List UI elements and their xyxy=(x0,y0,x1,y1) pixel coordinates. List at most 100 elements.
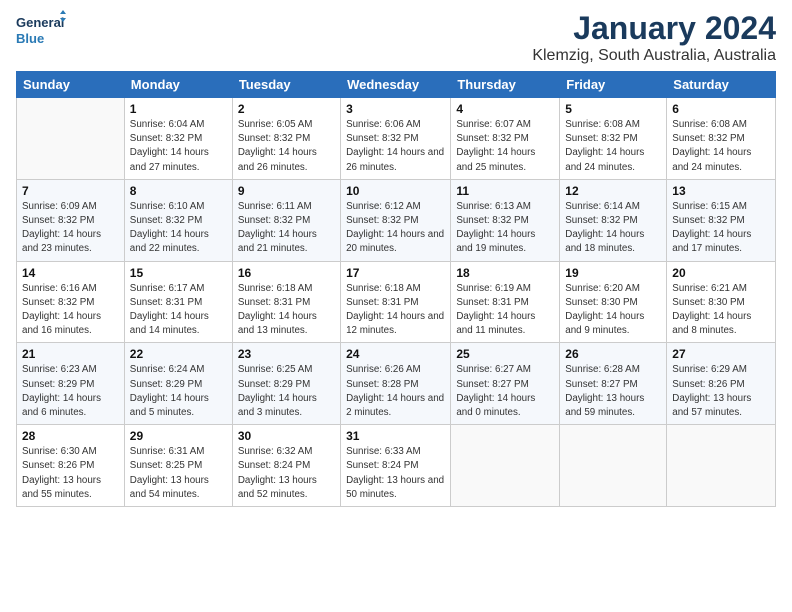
day-number: 14 xyxy=(22,266,119,280)
weekday-header: Saturday xyxy=(667,72,776,98)
day-number: 1 xyxy=(130,102,227,116)
day-info: Sunrise: 6:20 AMSunset: 8:30 PMDaylight:… xyxy=(565,283,644,337)
calendar-cell: 10 Sunrise: 6:12 AMSunset: 8:32 PMDaylig… xyxy=(341,179,451,261)
calendar-cell: 25 Sunrise: 6:27 AMSunset: 8:27 PMDaylig… xyxy=(451,343,560,425)
weekday-header: Monday xyxy=(124,72,232,98)
day-info: Sunrise: 6:18 AMSunset: 8:31 PMDaylight:… xyxy=(346,283,444,337)
calendar-cell: 13 Sunrise: 6:15 AMSunset: 8:32 PMDaylig… xyxy=(667,179,776,261)
day-number: 5 xyxy=(565,102,661,116)
logo-svg: General Blue xyxy=(16,10,66,52)
calendar-cell: 27 Sunrise: 6:29 AMSunset: 8:26 PMDaylig… xyxy=(667,343,776,425)
day-number: 19 xyxy=(565,266,661,280)
day-number: 31 xyxy=(346,429,445,443)
day-info: Sunrise: 6:32 AMSunset: 8:24 PMDaylight:… xyxy=(238,446,317,500)
day-number: 30 xyxy=(238,429,335,443)
calendar-subtitle: Klemzig, South Australia, Australia xyxy=(532,47,776,65)
calendar-title: January 2024 xyxy=(532,10,776,47)
day-number: 28 xyxy=(22,429,119,443)
weekday-header: Wednesday xyxy=(341,72,451,98)
calendar-cell: 18 Sunrise: 6:19 AMSunset: 8:31 PMDaylig… xyxy=(451,261,560,343)
day-number: 24 xyxy=(346,347,445,361)
svg-text:Blue: Blue xyxy=(16,31,44,46)
calendar-week-row: 1 Sunrise: 6:04 AMSunset: 8:32 PMDayligh… xyxy=(17,98,776,180)
day-info: Sunrise: 6:07 AMSunset: 8:32 PMDaylight:… xyxy=(456,119,535,173)
day-number: 18 xyxy=(456,266,554,280)
weekday-header: Friday xyxy=(560,72,667,98)
day-number: 2 xyxy=(238,102,335,116)
calendar-week-row: 28 Sunrise: 6:30 AMSunset: 8:26 PMDaylig… xyxy=(17,425,776,507)
day-number: 6 xyxy=(672,102,770,116)
day-number: 17 xyxy=(346,266,445,280)
day-info: Sunrise: 6:19 AMSunset: 8:31 PMDaylight:… xyxy=(456,283,535,337)
day-info: Sunrise: 6:18 AMSunset: 8:31 PMDaylight:… xyxy=(238,283,317,337)
calendar-cell: 2 Sunrise: 6:05 AMSunset: 8:32 PMDayligh… xyxy=(232,98,340,180)
calendar-cell: 16 Sunrise: 6:18 AMSunset: 8:31 PMDaylig… xyxy=(232,261,340,343)
calendar-cell: 22 Sunrise: 6:24 AMSunset: 8:29 PMDaylig… xyxy=(124,343,232,425)
calendar-cell: 15 Sunrise: 6:17 AMSunset: 8:31 PMDaylig… xyxy=(124,261,232,343)
calendar-cell: 19 Sunrise: 6:20 AMSunset: 8:30 PMDaylig… xyxy=(560,261,667,343)
day-number: 7 xyxy=(22,184,119,198)
day-info: Sunrise: 6:08 AMSunset: 8:32 PMDaylight:… xyxy=(672,119,751,173)
calendar-cell: 6 Sunrise: 6:08 AMSunset: 8:32 PMDayligh… xyxy=(667,98,776,180)
calendar-cell: 23 Sunrise: 6:25 AMSunset: 8:29 PMDaylig… xyxy=(232,343,340,425)
day-info: Sunrise: 6:05 AMSunset: 8:32 PMDaylight:… xyxy=(238,119,317,173)
calendar-cell: 5 Sunrise: 6:08 AMSunset: 8:32 PMDayligh… xyxy=(560,98,667,180)
day-info: Sunrise: 6:14 AMSunset: 8:32 PMDaylight:… xyxy=(565,201,644,255)
calendar-cell: 30 Sunrise: 6:32 AMSunset: 8:24 PMDaylig… xyxy=(232,425,340,507)
weekday-header: Thursday xyxy=(451,72,560,98)
day-info: Sunrise: 6:09 AMSunset: 8:32 PMDaylight:… xyxy=(22,201,101,255)
calendar-cell: 24 Sunrise: 6:26 AMSunset: 8:28 PMDaylig… xyxy=(341,343,451,425)
calendar-cell: 14 Sunrise: 6:16 AMSunset: 8:32 PMDaylig… xyxy=(17,261,125,343)
day-info: Sunrise: 6:30 AMSunset: 8:26 PMDaylight:… xyxy=(22,446,101,500)
calendar-cell: 21 Sunrise: 6:23 AMSunset: 8:29 PMDaylig… xyxy=(17,343,125,425)
calendar-cell: 31 Sunrise: 6:33 AMSunset: 8:24 PMDaylig… xyxy=(341,425,451,507)
svg-text:General: General xyxy=(16,15,64,30)
calendar-week-row: 21 Sunrise: 6:23 AMSunset: 8:29 PMDaylig… xyxy=(17,343,776,425)
calendar-table: SundayMondayTuesdayWednesdayThursdayFrid… xyxy=(16,71,776,507)
day-number: 15 xyxy=(130,266,227,280)
calendar-cell: 4 Sunrise: 6:07 AMSunset: 8:32 PMDayligh… xyxy=(451,98,560,180)
day-info: Sunrise: 6:25 AMSunset: 8:29 PMDaylight:… xyxy=(238,364,317,418)
day-info: Sunrise: 6:27 AMSunset: 8:27 PMDaylight:… xyxy=(456,364,535,418)
page-container: General Blue January 2024 Klemzig, South… xyxy=(0,0,792,517)
day-info: Sunrise: 6:13 AMSunset: 8:32 PMDaylight:… xyxy=(456,201,535,255)
calendar-cell: 12 Sunrise: 6:14 AMSunset: 8:32 PMDaylig… xyxy=(560,179,667,261)
calendar-cell: 11 Sunrise: 6:13 AMSunset: 8:32 PMDaylig… xyxy=(451,179,560,261)
calendar-cell xyxy=(667,425,776,507)
day-number: 10 xyxy=(346,184,445,198)
day-number: 22 xyxy=(130,347,227,361)
header: General Blue January 2024 Klemzig, South… xyxy=(16,10,776,65)
day-info: Sunrise: 6:11 AMSunset: 8:32 PMDaylight:… xyxy=(238,201,317,255)
calendar-cell: 20 Sunrise: 6:21 AMSunset: 8:30 PMDaylig… xyxy=(667,261,776,343)
calendar-cell xyxy=(451,425,560,507)
day-info: Sunrise: 6:15 AMSunset: 8:32 PMDaylight:… xyxy=(672,201,751,255)
calendar-cell xyxy=(17,98,125,180)
calendar-cell xyxy=(560,425,667,507)
day-number: 4 xyxy=(456,102,554,116)
day-number: 3 xyxy=(346,102,445,116)
calendar-cell: 7 Sunrise: 6:09 AMSunset: 8:32 PMDayligh… xyxy=(17,179,125,261)
day-info: Sunrise: 6:12 AMSunset: 8:32 PMDaylight:… xyxy=(346,201,444,255)
day-info: Sunrise: 6:21 AMSunset: 8:30 PMDaylight:… xyxy=(672,283,751,337)
day-number: 8 xyxy=(130,184,227,198)
calendar-cell: 3 Sunrise: 6:06 AMSunset: 8:32 PMDayligh… xyxy=(341,98,451,180)
logo: General Blue xyxy=(16,10,66,52)
day-number: 26 xyxy=(565,347,661,361)
day-info: Sunrise: 6:26 AMSunset: 8:28 PMDaylight:… xyxy=(346,364,444,418)
calendar-cell: 28 Sunrise: 6:30 AMSunset: 8:26 PMDaylig… xyxy=(17,425,125,507)
calendar-cell: 17 Sunrise: 6:18 AMSunset: 8:31 PMDaylig… xyxy=(341,261,451,343)
day-number: 27 xyxy=(672,347,770,361)
day-info: Sunrise: 6:33 AMSunset: 8:24 PMDaylight:… xyxy=(346,446,444,500)
day-info: Sunrise: 6:24 AMSunset: 8:29 PMDaylight:… xyxy=(130,364,209,418)
calendar-cell: 29 Sunrise: 6:31 AMSunset: 8:25 PMDaylig… xyxy=(124,425,232,507)
day-info: Sunrise: 6:08 AMSunset: 8:32 PMDaylight:… xyxy=(565,119,644,173)
day-info: Sunrise: 6:28 AMSunset: 8:27 PMDaylight:… xyxy=(565,364,644,418)
day-info: Sunrise: 6:16 AMSunset: 8:32 PMDaylight:… xyxy=(22,283,101,337)
day-number: 12 xyxy=(565,184,661,198)
day-number: 21 xyxy=(22,347,119,361)
day-number: 29 xyxy=(130,429,227,443)
calendar-cell: 9 Sunrise: 6:11 AMSunset: 8:32 PMDayligh… xyxy=(232,179,340,261)
day-number: 20 xyxy=(672,266,770,280)
day-info: Sunrise: 6:17 AMSunset: 8:31 PMDaylight:… xyxy=(130,283,209,337)
weekday-header: Sunday xyxy=(17,72,125,98)
